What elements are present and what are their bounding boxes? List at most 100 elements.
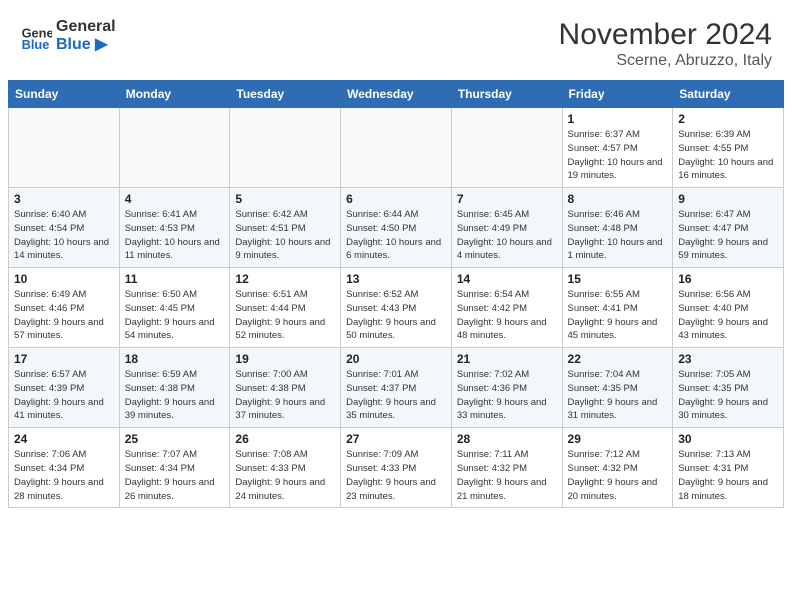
column-header-saturday: Saturday [673,81,784,108]
day-number: 29 [568,432,668,446]
day-number: 8 [568,192,668,206]
day-number: 19 [235,352,335,366]
day-number: 25 [125,432,225,446]
page-header: General Blue General Blue ▶ November 202… [0,0,792,80]
calendar-cell: 30 Sunrise: 7:13 AM Sunset: 4:31 PM Dayli… [673,428,784,508]
day-number: 28 [457,432,557,446]
calendar-cell: 23 Sunrise: 7:05 AM Sunset: 4:35 PM Dayli… [673,348,784,428]
day-number: 13 [346,272,446,286]
day-info: Sunrise: 6:50 AM Sunset: 4:45 PM Dayligh… [125,288,225,343]
column-header-wednesday: Wednesday [341,81,452,108]
day-info: Sunrise: 6:45 AM Sunset: 4:49 PM Dayligh… [457,208,557,263]
title-block: November 2024 Scerne, Abruzzo, Italy [559,18,772,70]
calendar-week-2: 3Sunrise: 6:40 AM Sunset: 4:54 PM Daylig… [9,188,784,268]
calendar-week-1: 1 Sunrise: 6:37 AM Sunset: 4:57 PM Daylig… [9,108,784,188]
calendar-cell: 28 Sunrise: 7:11 AM Sunset: 4:32 PM Dayli… [451,428,562,508]
day-info: Sunrise: 7:08 AM Sunset: 4:33 PM Dayligh… [235,448,335,503]
column-header-monday: Monday [119,81,230,108]
day-number: 5 [235,192,335,206]
day-info: Sunrise: 6:57 AM Sunset: 4:39 PM Dayligh… [14,368,114,423]
day-info: Sunrise: 7:07 AM Sunset: 4:34 PM Dayligh… [125,448,225,503]
calendar-cell: 12Sunrise: 6:51 AM Sunset: 4:44 PM Dayli… [230,268,341,348]
day-info: Sunrise: 6:59 AM Sunset: 4:38 PM Dayligh… [125,368,225,423]
calendar-header-row: SundayMondayTuesdayWednesdayThursdayFrid… [9,81,784,108]
calendar-cell: 13 Sunrise: 6:52 AM Sunset: 4:43 PM Dayli… [341,268,452,348]
calendar-cell: 27 Sunrise: 7:09 AM Sunset: 4:33 PM Dayli… [341,428,452,508]
day-info: Sunrise: 6:56 AM Sunset: 4:40 PM Dayligh… [678,288,778,343]
calendar-cell: 7 Sunrise: 6:45 AM Sunset: 4:49 PM Daylig… [451,188,562,268]
day-info: Sunrise: 6:39 AM Sunset: 4:55 PM Dayligh… [678,128,778,183]
calendar-cell [119,108,230,188]
day-number: 18 [125,352,225,366]
svg-text:Blue: Blue [22,36,50,51]
calendar-cell: 14 Sunrise: 6:54 AM Sunset: 4:42 PM Dayli… [451,268,562,348]
calendar-cell: 21 Sunrise: 7:02 AM Sunset: 4:36 PM Dayli… [451,348,562,428]
calendar-cell: 25 Sunrise: 7:07 AM Sunset: 4:34 PM Dayli… [119,428,230,508]
calendar-cell [9,108,120,188]
day-info: Sunrise: 7:05 AM Sunset: 4:35 PM Dayligh… [678,368,778,423]
day-info: Sunrise: 6:46 AM Sunset: 4:48 PM Dayligh… [568,208,668,263]
day-number: 17 [14,352,114,366]
day-info: Sunrise: 7:13 AM Sunset: 4:31 PM Dayligh… [678,448,778,503]
day-number: 20 [346,352,446,366]
logo-general-text: General [56,18,116,36]
calendar-week-5: 24Sunrise: 7:06 AM Sunset: 4:34 PM Dayli… [9,428,784,508]
day-info: Sunrise: 6:55 AM Sunset: 4:41 PM Dayligh… [568,288,668,343]
calendar-cell: 18 Sunrise: 6:59 AM Sunset: 4:38 PM Dayli… [119,348,230,428]
calendar-cell: 6 Sunrise: 6:44 AM Sunset: 4:50 PM Daylig… [341,188,452,268]
column-header-friday: Friday [562,81,673,108]
day-number: 23 [678,352,778,366]
calendar-cell: 4Sunrise: 6:41 AM Sunset: 4:53 PM Daylig… [119,188,230,268]
day-info: Sunrise: 7:00 AM Sunset: 4:38 PM Dayligh… [235,368,335,423]
day-info: Sunrise: 7:02 AM Sunset: 4:36 PM Dayligh… [457,368,557,423]
day-number: 4 [125,192,225,206]
day-info: Sunrise: 6:49 AM Sunset: 4:46 PM Dayligh… [14,288,114,343]
column-header-sunday: Sunday [9,81,120,108]
day-number: 1 [568,112,668,126]
day-info: Sunrise: 6:52 AM Sunset: 4:43 PM Dayligh… [346,288,446,343]
day-number: 9 [678,192,778,206]
calendar-cell: 26 Sunrise: 7:08 AM Sunset: 4:33 PM Dayli… [230,428,341,508]
day-number: 22 [568,352,668,366]
calendar-cell: 20 Sunrise: 7:01 AM Sunset: 4:37 PM Dayli… [341,348,452,428]
calendar-cell: 17 Sunrise: 6:57 AM Sunset: 4:39 PM Dayli… [9,348,120,428]
day-number: 16 [678,272,778,286]
day-info: Sunrise: 6:44 AM Sunset: 4:50 PM Dayligh… [346,208,446,263]
logo-blue-text: Blue ▶ [56,36,116,54]
day-number: 11 [125,272,225,286]
column-header-tuesday: Tuesday [230,81,341,108]
calendar-table: SundayMondayTuesdayWednesdayThursdayFrid… [8,80,784,508]
day-info: Sunrise: 7:06 AM Sunset: 4:34 PM Dayligh… [14,448,114,503]
calendar-cell [230,108,341,188]
logo-icon: General Blue [20,20,52,52]
location-title: Scerne, Abruzzo, Italy [559,52,772,70]
calendar-cell: 5 Sunrise: 6:42 AM Sunset: 4:51 PM Daylig… [230,188,341,268]
calendar-cell: 11 Sunrise: 6:50 AM Sunset: 4:45 PM Dayli… [119,268,230,348]
day-info: Sunrise: 6:47 AM Sunset: 4:47 PM Dayligh… [678,208,778,263]
day-info: Sunrise: 6:54 AM Sunset: 4:42 PM Dayligh… [457,288,557,343]
day-number: 21 [457,352,557,366]
day-number: 7 [457,192,557,206]
day-number: 30 [678,432,778,446]
day-info: Sunrise: 7:01 AM Sunset: 4:37 PM Dayligh… [346,368,446,423]
calendar-cell: 9 Sunrise: 6:47 AM Sunset: 4:47 PM Daylig… [673,188,784,268]
day-info: Sunrise: 7:09 AM Sunset: 4:33 PM Dayligh… [346,448,446,503]
calendar-cell: 15 Sunrise: 6:55 AM Sunset: 4:41 PM Dayli… [562,268,673,348]
calendar-cell: 8 Sunrise: 6:46 AM Sunset: 4:48 PM Daylig… [562,188,673,268]
calendar-cell: 29Sunrise: 7:12 AM Sunset: 4:32 PM Dayli… [562,428,673,508]
column-header-thursday: Thursday [451,81,562,108]
calendar-cell [341,108,452,188]
calendar-week-3: 10Sunrise: 6:49 AM Sunset: 4:46 PM Dayli… [9,268,784,348]
day-number: 15 [568,272,668,286]
day-info: Sunrise: 7:11 AM Sunset: 4:32 PM Dayligh… [457,448,557,503]
day-number: 26 [235,432,335,446]
day-info: Sunrise: 6:37 AM Sunset: 4:57 PM Dayligh… [568,128,668,183]
day-number: 14 [457,272,557,286]
day-info: Sunrise: 6:42 AM Sunset: 4:51 PM Dayligh… [235,208,335,263]
calendar-cell: 22Sunrise: 7:04 AM Sunset: 4:35 PM Dayli… [562,348,673,428]
calendar-cell: 10Sunrise: 6:49 AM Sunset: 4:46 PM Dayli… [9,268,120,348]
calendar-cell: 24Sunrise: 7:06 AM Sunset: 4:34 PM Dayli… [9,428,120,508]
day-number: 2 [678,112,778,126]
day-number: 27 [346,432,446,446]
day-number: 6 [346,192,446,206]
